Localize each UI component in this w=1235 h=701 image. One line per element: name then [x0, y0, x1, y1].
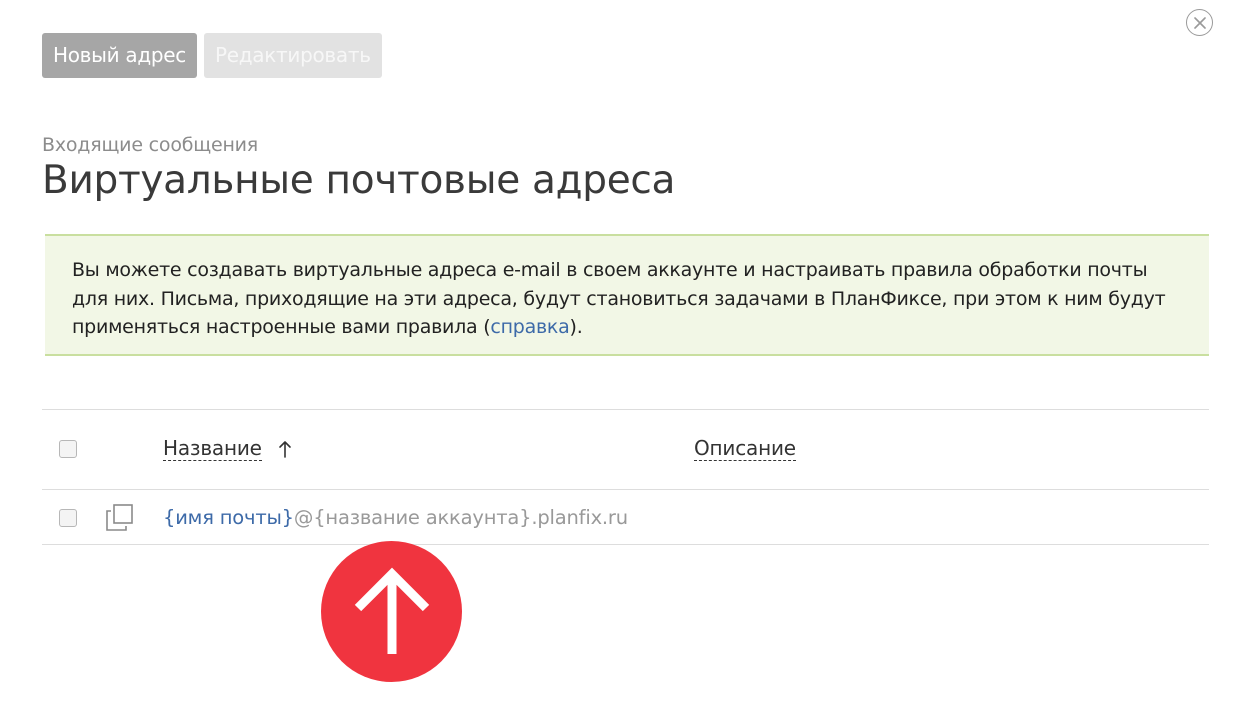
table-row[interactable]: {имя почты}@{название аккаунта}.planfix.…	[42, 489, 1209, 545]
copy-icon[interactable]	[105, 503, 134, 532]
arrow-up-icon	[354, 567, 429, 654]
addresses-table: Название Описание {имя почты}@{название …	[42, 409, 1209, 545]
column-header-description[interactable]: Описание	[694, 436, 796, 461]
select-all-checkbox[interactable]	[59, 440, 77, 458]
breadcrumb[interactable]: Входящие сообщения	[42, 134, 258, 156]
table-header: Название Описание	[42, 409, 1209, 489]
toolbar: Новый адрес Редактировать	[42, 33, 382, 78]
close-button[interactable]	[1186, 9, 1213, 36]
column-header-name[interactable]: Название	[163, 436, 262, 461]
info-text-end: ).	[569, 316, 583, 338]
virtual-email-addresses-page: Новый адрес Редактировать Входящие сообщ…	[0, 0, 1235, 701]
email-address[interactable]: {имя почты}@{название аккаунта}.planfix.…	[163, 506, 628, 529]
info-text: Вы можете создавать виртуальные адреса e…	[72, 259, 1166, 338]
edit-button[interactable]: Редактировать	[204, 33, 382, 78]
address-name-part[interactable]: {имя почты}	[163, 506, 294, 529]
scroll-up-button[interactable]	[321, 541, 462, 682]
row-checkbox[interactable]	[59, 509, 77, 527]
arrow-up-icon[interactable]	[278, 440, 292, 458]
new-address-button[interactable]: Новый адрес	[42, 33, 197, 78]
info-box: Вы можете создавать виртуальные адреса e…	[45, 234, 1209, 356]
address-domain-part: @{название аккаунта}.planfix.ru	[293, 506, 628, 529]
close-icon	[1193, 16, 1206, 29]
help-link[interactable]: справка	[490, 316, 569, 338]
page-title: Виртуальные почтовые адреса	[42, 158, 676, 203]
